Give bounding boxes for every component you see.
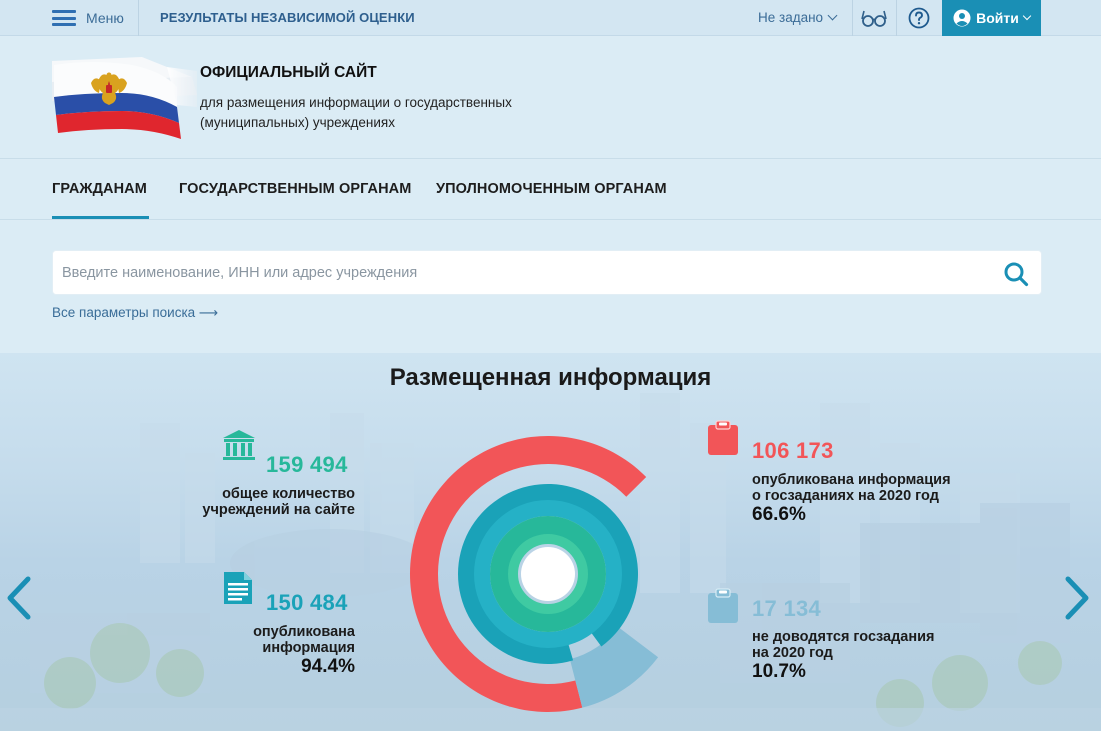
institutions-label-line2: учреждений на сайте [202,502,355,518]
ring-tasks-not-assigned [569,627,659,708]
top-bar: Меню РЕЗУЛЬТАТЫ НЕЗАВИСИМОЙ ОЦЕНКИ Не за… [0,0,1101,36]
ring-center [521,547,575,601]
document-icon [224,572,252,604]
accessibility-button[interactable] [853,0,895,36]
published-label-line2: информация [262,640,355,656]
concentric-ring-chart [410,436,659,712]
chevron-down-icon [827,10,838,21]
tab-authorized-bodies[interactable]: УПОЛНОМОЧЕННЫМ ОРГАНАМ [436,181,667,197]
tasks-published-label-line2: о госзаданиях на 2020 год [752,488,939,504]
stat-institutions-value: 159 494 [266,452,348,478]
site-header: ОФИЦИАЛЬНЫЙ САЙТ для размещения информац… [0,37,1101,159]
published-label-line1: опубликована [253,624,355,640]
main-tabs: ГРАЖДАНАМ ГОСУДАРСТВЕННЫМ ОРГАНАМ УПОЛНО… [0,160,1101,220]
tasks-not-assigned-label-line1: не доводятся госзадания [752,629,935,645]
search-box [52,250,1042,295]
clipboard-icon [708,588,738,623]
statistics-hero: Размещенная информация 159 494 общее кол… [0,353,1101,731]
tasks-not-assigned-count: 17 134 [752,596,822,621]
published-count: 150 484 [266,590,348,615]
tasks-not-assigned-label-line2: на 2020 год [752,645,833,661]
arrow-left-icon[interactable] [4,575,34,621]
coat-of-arms-flag-logo[interactable] [52,57,197,139]
login-label: Войти [976,10,1019,26]
tasks-not-assigned-percent: 10.7% [752,661,806,682]
site-title: ОФИЦИАЛЬНЫЙ САЙТ [200,64,377,81]
published-percent: 94.4% [301,656,355,677]
bank-icon [223,430,255,460]
menu-button[interactable]: Меню [52,0,139,36]
arrow-right-icon[interactable] [1062,575,1092,621]
search-section: Все параметры поиска ⟶ [0,221,1101,353]
stat-tasks-published-label: опубликована информация о госзаданиях на… [752,472,982,526]
user-icon [953,9,971,27]
institutions-count: 159 494 [266,452,348,477]
stat-tasks-not-assigned-value: 17 134 [752,596,821,622]
region-select[interactable]: Не задано [758,10,838,25]
tasks-published-percent: 66.6% [752,504,806,525]
chevron-down-icon [1022,11,1032,21]
search-icon[interactable] [1003,261,1029,287]
stat-tasks-published-value: 106 173 [752,438,834,464]
stat-tasks-not-assigned-label: не доводятся госзадания на 2020 год 10.7… [752,629,982,683]
glasses-icon [861,10,887,27]
site-subtitle: для размещения информации о государствен… [200,95,512,130]
menu-label: Меню [86,10,124,26]
hero-title: Размещенная информация [389,364,712,391]
stat-institutions-label: общее количество учреждений на сайте [190,486,355,518]
region-label: Не задано [758,10,824,25]
stat-published-value: 150 484 [266,590,348,616]
tasks-published-label-line1: опубликована информация [752,472,951,488]
tasks-published-count: 106 173 [752,438,834,463]
login-button[interactable]: Войти [942,0,1041,36]
advanced-search-link[interactable]: Все параметры поиска ⟶ [52,305,218,321]
help-icon [908,7,930,29]
results-link[interactable]: РЕЗУЛЬТАТЫ НЕЗАВИСИМОЙ ОЦЕНКИ [160,10,415,25]
search-input[interactable] [62,251,982,294]
clipboard-icon [708,420,738,455]
help-button[interactable] [897,0,941,36]
institutions-label-line1: общее количество [222,486,355,502]
tab-citizens[interactable]: ГРАЖДАНАМ [52,181,149,219]
stat-published-label: опубликована информация 94.4% [190,624,355,678]
tab-government-bodies[interactable]: ГОСУДАРСТВЕННЫМ ОРГАНАМ [179,181,411,197]
menu-icon [52,10,76,26]
